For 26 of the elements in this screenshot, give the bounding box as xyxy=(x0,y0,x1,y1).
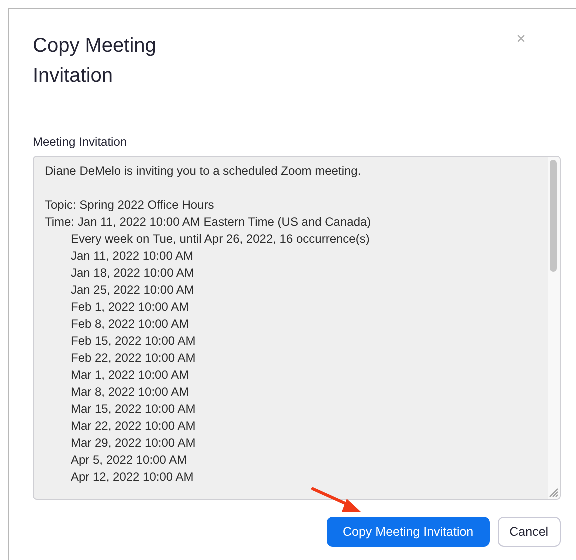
time-line: Time: Jan 11, 2022 10:00 AM Eastern Time (US and Canada) xyxy=(45,214,372,231)
occurrence-line: Mar 15, 2022 10:00 AM xyxy=(71,401,196,418)
occurrence-line: Feb 1, 2022 10:00 AM xyxy=(71,299,190,316)
occurrence-line: Apr 5, 2022 10:00 AM xyxy=(71,452,188,469)
scrollbar-thumb[interactable] xyxy=(550,160,557,272)
field-label: Meeting Invitation xyxy=(33,134,128,151)
arrow-icon xyxy=(311,486,363,514)
occurrence-line: Feb 22, 2022 10:00 AM xyxy=(71,350,196,367)
occurrence-line: Feb 8, 2022 10:00 AM xyxy=(71,316,190,333)
invitation-message: Diane DeMelo is inviting you to a scheduled Zoom meeting. xyxy=(45,163,362,180)
invitation-text-area[interactable] xyxy=(33,156,561,500)
occurrence-line: Jan 11, 2022 10:00 AM xyxy=(71,248,194,265)
occurrence-line: Mar 1, 2022 10:00 AM xyxy=(71,367,190,384)
dialog-title: Copy Meeting Invitation xyxy=(33,34,158,89)
copy-button[interactable]: Copy Meeting Invitation xyxy=(327,517,490,547)
cancel-button[interactable]: Cancel xyxy=(498,517,561,547)
occurrence-line: Mar 8, 2022 10:00 AM xyxy=(71,384,190,401)
occurrence-line: Mar 29, 2022 10:00 AM xyxy=(71,435,196,452)
occurrence-line: Feb 15, 2022 10:00 AM xyxy=(71,333,196,350)
recurrence-line: Every week on Tue, until Apr 26, 2022, 16 occurrence(s) xyxy=(71,231,370,248)
topic-line: Topic: Spring 2022 Office Hours xyxy=(45,197,214,214)
occurrence-line: Mar 22, 2022 10:00 AM xyxy=(71,418,196,435)
occurrence-line: Jan 25, 2022 10:00 AM xyxy=(71,282,194,299)
occurrence-line: Apr 12, 2022 10:00 AM xyxy=(71,469,194,486)
occurrence-line: Jan 18, 2022 10:00 AM xyxy=(71,265,194,282)
resize-grip-icon[interactable] xyxy=(548,487,559,498)
